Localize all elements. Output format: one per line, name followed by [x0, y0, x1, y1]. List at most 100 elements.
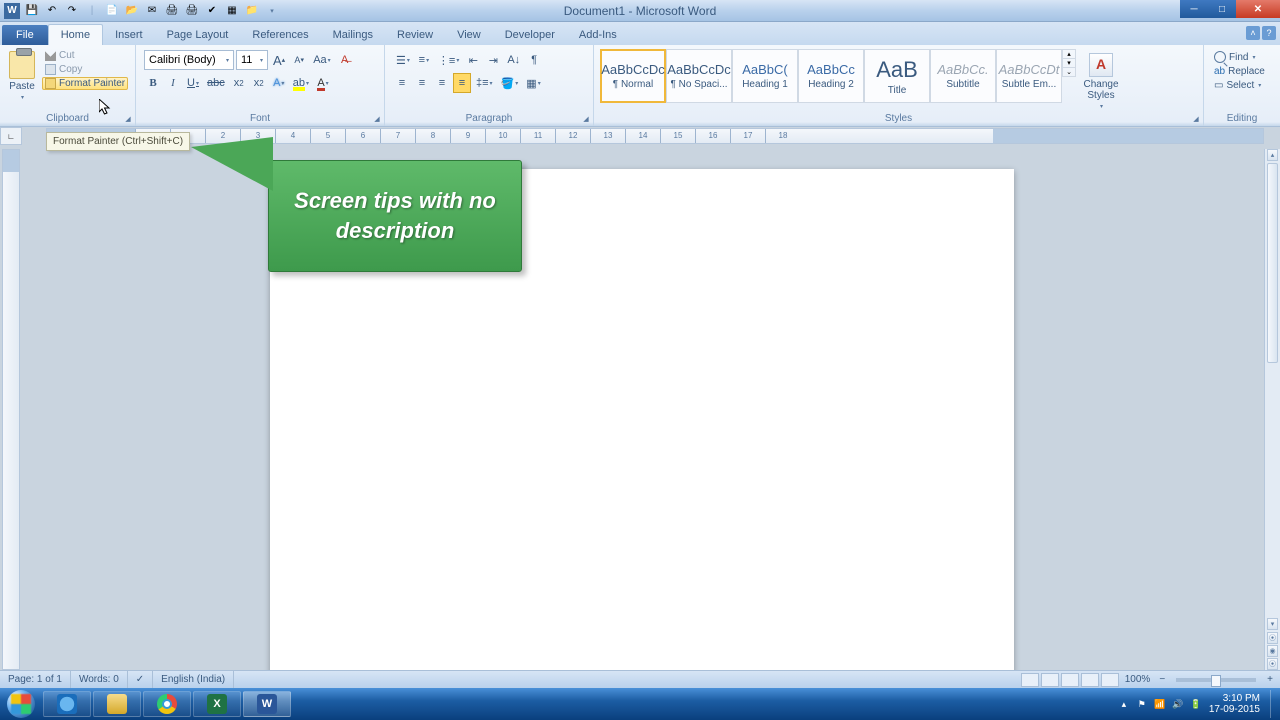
tab-file[interactable]: File: [2, 25, 48, 45]
sort-button[interactable]: A↓: [504, 50, 523, 70]
maximize-button[interactable]: □: [1208, 0, 1236, 18]
draft-view-button[interactable]: [1101, 673, 1119, 687]
styles-launcher-icon[interactable]: ◢: [1191, 114, 1201, 124]
vertical-ruler[interactable]: [2, 149, 20, 670]
shrink-font-button[interactable]: A▾: [290, 50, 308, 70]
zoom-in-button[interactable]: +: [1264, 674, 1276, 685]
undo-icon[interactable]: ↶: [44, 3, 60, 19]
strikethrough-button[interactable]: abc: [204, 73, 228, 93]
styles-down-icon[interactable]: ▾: [1063, 58, 1075, 67]
change-case-button[interactable]: Aa▾: [310, 50, 333, 70]
zoom-out-button[interactable]: −: [1156, 674, 1168, 685]
spelling-icon[interactable]: ✔: [204, 3, 220, 19]
status-proofing-icon[interactable]: ✓: [128, 671, 153, 688]
scroll-thumb[interactable]: [1267, 163, 1278, 363]
start-button[interactable]: [0, 688, 42, 720]
copy-button[interactable]: Copy: [42, 63, 128, 76]
next-page-icon[interactable]: ⦿: [1267, 658, 1278, 670]
scroll-down-icon[interactable]: ▾: [1267, 618, 1278, 630]
draw-table-icon[interactable]: ▦: [224, 3, 240, 19]
show-marks-button[interactable]: ¶: [525, 50, 543, 70]
multilevel-button[interactable]: ⋮≡▾: [435, 50, 462, 70]
font-launcher-icon[interactable]: ◢: [372, 114, 382, 124]
justify-button[interactable]: ≡: [453, 73, 471, 93]
print-layout-view-button[interactable]: [1021, 673, 1039, 687]
borders-button[interactable]: ▦▾: [523, 73, 543, 93]
style-heading2[interactable]: AaBbCcHeading 2: [798, 49, 864, 103]
open-icon[interactable]: 📂: [124, 3, 140, 19]
tab-selector[interactable]: ∟: [0, 127, 22, 145]
status-words[interactable]: Words: 0: [71, 671, 128, 688]
redo-icon[interactable]: ↷: [64, 3, 80, 19]
tray-up-icon[interactable]: ▴: [1117, 697, 1131, 711]
tab-page-layout[interactable]: Page Layout: [155, 25, 241, 45]
prev-page-icon[interactable]: ⦿: [1267, 632, 1278, 644]
quick-print-icon[interactable]: 🖨: [184, 3, 200, 19]
outline-view-button[interactable]: [1081, 673, 1099, 687]
scroll-up-icon[interactable]: ▴: [1267, 149, 1278, 161]
underline-button[interactable]: U▾: [184, 73, 202, 93]
font-name-combo[interactable]: Calibri (Body)▾: [144, 50, 234, 70]
shading-button[interactable]: 🪣▾: [498, 73, 522, 93]
highlight-button[interactable]: ab▾: [290, 73, 312, 93]
word-logo-icon[interactable]: W: [4, 3, 20, 19]
replace-button[interactable]: abReplace: [1212, 65, 1272, 78]
fullscreen-view-button[interactable]: [1041, 673, 1059, 687]
align-center-button[interactable]: ≡: [413, 73, 431, 93]
style-normal[interactable]: AaBbCcDc¶ Normal: [600, 49, 666, 103]
help-icon[interactable]: ?: [1262, 26, 1276, 40]
folder-icon[interactable]: 📁: [244, 3, 260, 19]
email-icon[interactable]: ✉: [144, 3, 160, 19]
align-left-button[interactable]: ≡: [393, 73, 411, 93]
tab-references[interactable]: References: [240, 25, 320, 45]
tray-volume-icon[interactable]: 🔊: [1171, 697, 1185, 711]
status-language[interactable]: English (India): [153, 671, 234, 688]
status-page[interactable]: Page: 1 of 1: [0, 671, 71, 688]
subscript-button[interactable]: x2: [230, 73, 248, 93]
save-icon[interactable]: 💾: [24, 3, 40, 19]
zoom-value[interactable]: 100%: [1121, 674, 1155, 685]
taskbar-chrome[interactable]: [143, 691, 191, 717]
minimize-ribbon-icon[interactable]: ˄: [1246, 26, 1260, 40]
show-desktop-button[interactable]: [1270, 690, 1278, 718]
taskbar-clock[interactable]: 3:10 PM 17-09-2015: [1209, 693, 1260, 715]
cut-button[interactable]: Cut: [42, 49, 128, 62]
line-spacing-button[interactable]: ‡≡▾: [473, 73, 496, 93]
style-no-spacing[interactable]: AaBbCcDc¶ No Spaci...: [666, 49, 732, 103]
style-subtle-em[interactable]: AaBbCcDtSubtle Em...: [996, 49, 1062, 103]
document-viewport[interactable]: [20, 149, 1280, 670]
styles-up-icon[interactable]: ▴: [1063, 50, 1075, 58]
bold-button[interactable]: B: [144, 73, 162, 93]
taskbar-ie[interactable]: [43, 691, 91, 717]
numbering-button[interactable]: ≡▾: [415, 50, 433, 70]
clear-formatting-button[interactable]: A̶: [336, 50, 354, 70]
style-heading1[interactable]: AaBbC(Heading 1: [732, 49, 798, 103]
italic-button[interactable]: I: [164, 73, 182, 93]
new-doc-icon[interactable]: 📄: [104, 3, 120, 19]
style-title[interactable]: AaBTitle: [864, 49, 930, 103]
clipboard-launcher-icon[interactable]: ◢: [123, 114, 133, 124]
select-button[interactable]: ▭Select▾: [1212, 79, 1272, 92]
close-button[interactable]: ✕: [1236, 0, 1280, 18]
paragraph-launcher-icon[interactable]: ◢: [581, 114, 591, 124]
tray-action-icon[interactable]: ⚑: [1135, 697, 1149, 711]
minimize-button[interactable]: ─: [1180, 0, 1208, 18]
align-right-button[interactable]: ≡: [433, 73, 451, 93]
bullets-button[interactable]: ☰▾: [393, 50, 413, 70]
tab-view[interactable]: View: [445, 25, 493, 45]
tray-network-icon[interactable]: 📶: [1153, 697, 1167, 711]
paste-dropdown-icon[interactable]: ▾: [21, 94, 24, 101]
superscript-button[interactable]: x2: [250, 73, 268, 93]
taskbar-word[interactable]: W: [243, 691, 291, 717]
tab-home[interactable]: Home: [48, 24, 103, 45]
paste-button[interactable]: Paste ▾: [4, 47, 40, 112]
find-button[interactable]: Find▾: [1212, 50, 1272, 64]
decrease-indent-button[interactable]: ⇤: [464, 50, 482, 70]
tab-developer[interactable]: Developer: [493, 25, 567, 45]
increase-indent-button[interactable]: ⇥: [484, 50, 502, 70]
tab-insert[interactable]: Insert: [103, 25, 155, 45]
zoom-slider[interactable]: [1176, 678, 1256, 682]
change-styles-button[interactable]: Change Styles ▾: [1076, 49, 1126, 110]
taskbar-explorer[interactable]: [93, 691, 141, 717]
web-layout-view-button[interactable]: [1061, 673, 1079, 687]
